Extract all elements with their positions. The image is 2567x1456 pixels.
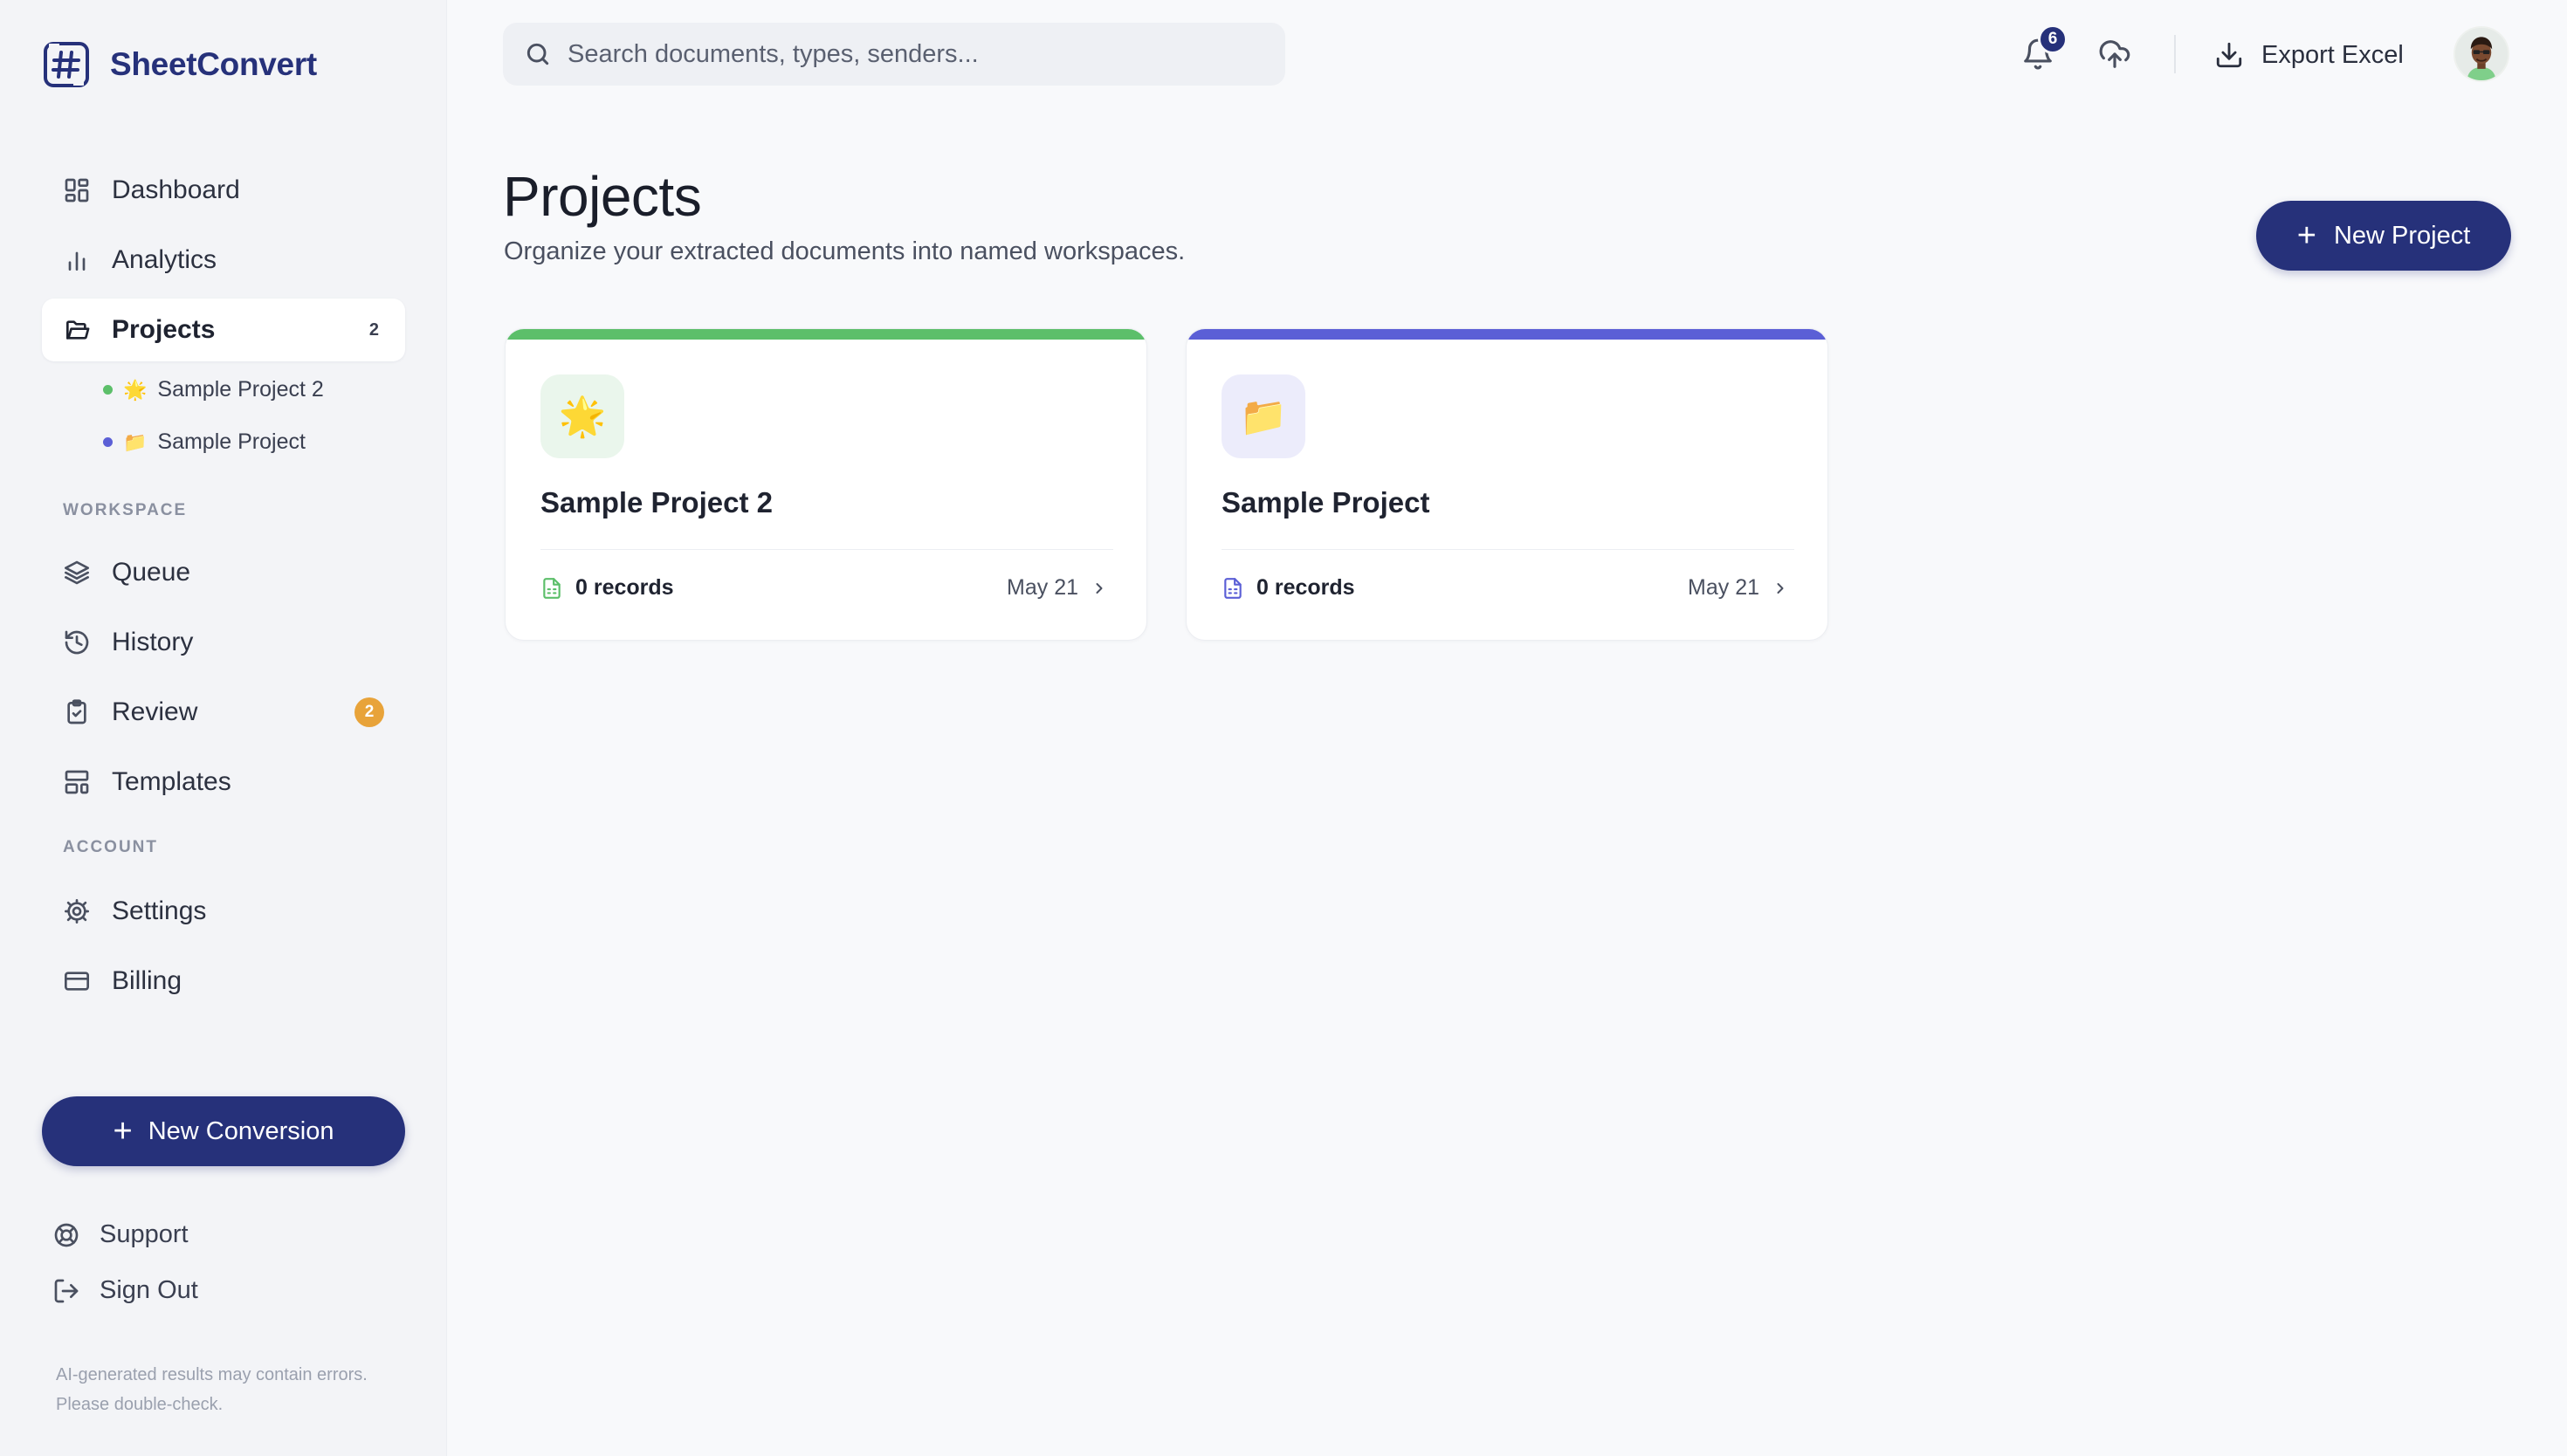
project-label: Sample Project 2 [157,377,324,402]
bar-chart-icon [59,243,94,278]
spreadsheet-file-icon [543,577,561,599]
dashboard-icon [59,173,94,208]
sidebar: SheetConvert Dashboard Analytics Project… [0,0,447,1456]
card-divider [1222,549,1794,550]
sidebar-item-dashboard[interactable]: Dashboard [42,159,405,222]
project-date-text: May 21 [1688,575,1759,600]
ai-disclaimer: AI-generated results may contain errors.… [56,1365,368,1414]
card-divider [540,549,1113,550]
new-conversion-label: New Conversion [148,1116,334,1145]
sidebar-item-label: Dashboard [112,175,240,204]
sign-out-label: Sign Out [100,1276,198,1304]
hash-grid-logo-icon [44,42,89,87]
project-icon-box: 📁 [1222,374,1305,458]
life-buoy-icon [54,1223,79,1247]
page-title: Projects [503,165,702,228]
history-icon [59,625,94,660]
search-icon [526,43,549,65]
app-logo[interactable]: SheetConvert [42,40,317,89]
user-avatar[interactable] [2453,26,2509,82]
notifications-count-badge: 6 [2038,24,2068,54]
gear-icon [59,894,94,929]
section-label-account: ACCOUNT [63,838,158,856]
project-card-sample-project[interactable]: 📁 Sample Project 0 records May 21 [1186,328,1828,641]
avatar-portrait-icon [2455,28,2508,80]
project-date: May 21 [1688,575,1789,601]
project-label: Sample Project [157,429,306,454]
projects-count-badge: 2 [368,319,379,340]
app-name: SheetConvert [110,46,317,82]
project-records: 0 records [540,575,674,601]
export-excel-label: Export Excel [2261,40,2404,69]
cloud-upload-icon [2099,40,2130,68]
page-subtitle: Organize your extracted documents into n… [504,237,1186,265]
project-date: May 21 [1007,575,1108,601]
support-label: Support [100,1220,189,1248]
project-emoji: 🌟 [123,378,148,401]
search-input[interactable] [568,39,1249,69]
plus-icon: + [2296,217,2316,254]
sidebar-item-label: Settings [112,896,207,925]
new-conversion-button[interactable]: + New Conversion [42,1096,405,1166]
sidebar-item-label: Analytics [112,245,217,274]
notifications-button[interactable]: 6 [2013,24,2068,79]
project-card-sample-project-2[interactable]: 🌟 Sample Project 2 0 records May 21 [505,328,1147,641]
review-count-badge: 2 [354,697,384,727]
sidebar-item-label: Review [112,697,198,726]
export-excel-button[interactable]: Export Excel [2214,31,2404,79]
card-accent-bar [1187,329,1827,340]
sidebar-item-settings[interactable]: Settings [42,880,405,943]
sidebar-project-sample-project[interactable]: 📁 Sample Project [103,429,306,455]
layout-template-icon [59,765,94,800]
project-color-dot [103,385,113,395]
records-count: 0 records [1256,575,1355,600]
project-card-title: Sample Project 2 [540,486,773,519]
card-accent-bar [506,329,1146,340]
sidebar-item-label: Templates [112,767,231,796]
credit-card-icon [59,964,94,999]
sidebar-item-analytics[interactable]: Analytics [42,229,405,292]
section-label-workspace: WORKSPACE [63,501,188,519]
plus-icon: + [113,1113,133,1150]
sidebar-item-projects[interactable]: Projects 2 [42,299,405,361]
sidebar-item-label: History [112,628,194,656]
toolbar-divider [2174,35,2176,73]
glowing-star-icon: 🌟 [558,395,607,438]
new-project-label: New Project [2333,221,2471,250]
project-date-text: May 21 [1007,575,1078,600]
chevron-right-icon [1777,582,1784,594]
log-out-icon [54,1279,79,1302]
sidebar-item-label: Projects [112,315,216,344]
project-records: 0 records [1222,575,1355,601]
upload-button[interactable] [2090,30,2139,79]
support-link[interactable]: Support [52,1220,189,1249]
sidebar-item-queue[interactable]: Queue [42,541,405,604]
sidebar-item-templates[interactable]: Templates [42,751,405,814]
records-count: 0 records [575,575,674,600]
folder-open-icon [59,312,94,347]
clipboard-check-icon [59,695,94,730]
layers-icon [59,555,94,590]
app-root: SheetConvert Dashboard Analytics Project… [0,0,2567,1456]
sign-out-link[interactable]: Sign Out [52,1276,198,1305]
folder-icon: 📁 [1239,395,1288,438]
project-color-dot [103,437,113,447]
download-icon [2216,42,2242,68]
chevron-right-icon [1096,582,1103,594]
sidebar-item-history[interactable]: History [42,611,405,674]
new-project-button[interactable]: + New Project [2256,201,2511,271]
sidebar-item-billing[interactable]: Billing [42,950,405,1013]
project-icon-box: 🌟 [540,374,624,458]
sidebar-item-label: Queue [112,558,191,587]
spreadsheet-file-icon [1224,577,1242,599]
sidebar-item-label: Billing [112,966,182,995]
project-emoji: 📁 [123,430,148,453]
sidebar-project-sample-project-2[interactable]: 🌟 Sample Project 2 [103,377,324,402]
project-card-title: Sample Project [1222,486,1430,519]
search-bar[interactable] [503,23,1285,86]
sidebar-item-review[interactable]: Review 2 [42,681,405,744]
